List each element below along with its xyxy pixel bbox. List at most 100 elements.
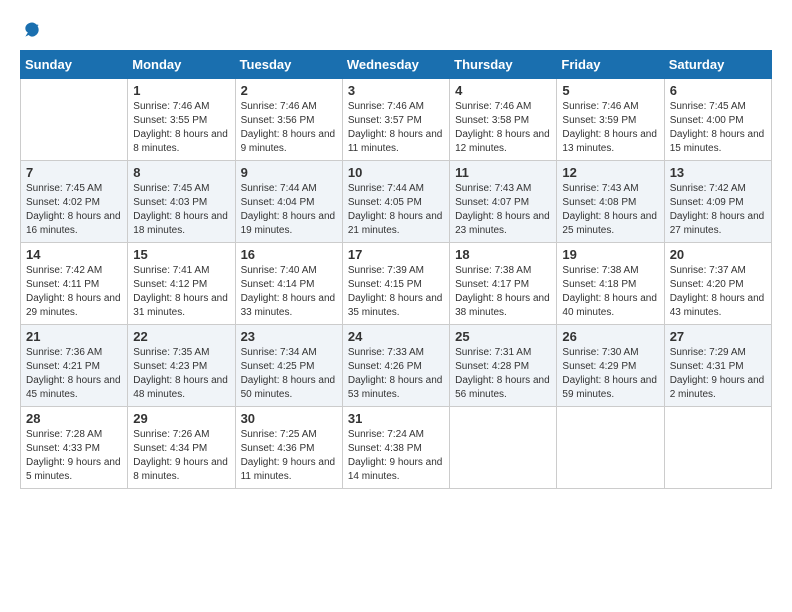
calendar-cell: 1 Sunrise: 7:46 AMSunset: 3:55 PMDaylight… bbox=[128, 79, 235, 161]
day-number: 5 bbox=[562, 83, 658, 98]
day-info: Sunrise: 7:44 AMSunset: 4:04 PMDaylight:… bbox=[241, 182, 337, 238]
day-number: 4 bbox=[455, 83, 551, 98]
calendar-cell: 9 Sunrise: 7:44 AMSunset: 4:04 PMDaylight… bbox=[235, 161, 342, 243]
calendar-cell: 23 Sunrise: 7:34 AMSunset: 4:25 PMDayligh… bbox=[235, 325, 342, 407]
day-info: Sunrise: 7:33 AMSunset: 4:26 PMDaylight:… bbox=[348, 346, 444, 402]
day-info: Sunrise: 7:29 AMSunset: 4:31 PMDaylight:… bbox=[670, 346, 766, 402]
weekday-header: Friday bbox=[557, 51, 664, 79]
calendar-cell: 31 Sunrise: 7:24 AMSunset: 4:38 PMDayligh… bbox=[342, 407, 449, 489]
day-number: 11 bbox=[455, 165, 551, 180]
calendar-cell bbox=[664, 407, 771, 489]
calendar-cell bbox=[21, 79, 128, 161]
day-number: 1 bbox=[133, 83, 229, 98]
calendar-cell: 16 Sunrise: 7:40 AMSunset: 4:14 PMDayligh… bbox=[235, 243, 342, 325]
calendar-cell: 17Sunrise: 7:39 AMSunset: 4:15 PMDayligh… bbox=[342, 243, 449, 325]
day-info: Sunrise: 7:43 AMSunset: 4:07 PMDaylight:… bbox=[455, 182, 551, 238]
day-number: 25 bbox=[455, 329, 551, 344]
calendar-cell: 27 Sunrise: 7:29 AMSunset: 4:31 PMDayligh… bbox=[664, 325, 771, 407]
day-number: 17 bbox=[348, 247, 444, 262]
day-number: 20 bbox=[670, 247, 766, 262]
day-info: Sunrise: 7:43 AMSunset: 4:08 PMDaylight:… bbox=[562, 182, 658, 238]
calendar-cell: 13 Sunrise: 7:42 AMSunset: 4:09 PMDayligh… bbox=[664, 161, 771, 243]
day-number: 3 bbox=[348, 83, 444, 98]
calendar-week-row: 7Sunrise: 7:45 AMSunset: 4:02 PMDaylight… bbox=[21, 161, 772, 243]
day-info: Sunrise: 7:46 AMSunset: 3:55 PMDaylight:… bbox=[133, 100, 229, 156]
weekday-header: Saturday bbox=[664, 51, 771, 79]
day-info: Sunrise: 7:46 AMSunset: 3:56 PMDaylight:… bbox=[241, 100, 337, 156]
day-info: Sunrise: 7:40 AMSunset: 4:14 PMDaylight:… bbox=[241, 264, 337, 320]
day-info: Sunrise: 7:42 AMSunset: 4:09 PMDaylight:… bbox=[670, 182, 766, 238]
day-info: Sunrise: 7:38 AMSunset: 4:17 PMDaylight:… bbox=[455, 264, 551, 320]
logo bbox=[20, 20, 44, 40]
calendar-cell: 8 Sunrise: 7:45 AMSunset: 4:03 PMDaylight… bbox=[128, 161, 235, 243]
calendar-cell bbox=[450, 407, 557, 489]
day-info: Sunrise: 7:37 AMSunset: 4:20 PMDaylight:… bbox=[670, 264, 766, 320]
day-number: 24 bbox=[348, 329, 444, 344]
day-info: Sunrise: 7:46 AMSunset: 3:57 PMDaylight:… bbox=[348, 100, 444, 156]
calendar-cell: 24 Sunrise: 7:33 AMSunset: 4:26 PMDayligh… bbox=[342, 325, 449, 407]
calendar-cell: 4 Sunrise: 7:46 AMSunset: 3:58 PMDaylight… bbox=[450, 79, 557, 161]
weekday-header: Thursday bbox=[450, 51, 557, 79]
day-info: Sunrise: 7:30 AMSunset: 4:29 PMDaylight:… bbox=[562, 346, 658, 402]
calendar-week-row: 28 Sunrise: 7:28 AMSunset: 4:33 PMDayligh… bbox=[21, 407, 772, 489]
calendar-cell: 7Sunrise: 7:45 AMSunset: 4:02 PMDaylight… bbox=[21, 161, 128, 243]
day-number: 9 bbox=[241, 165, 337, 180]
calendar-week-row: 21 Sunrise: 7:36 AMSunset: 4:21 PMDayligh… bbox=[21, 325, 772, 407]
calendar-cell: 10 Sunrise: 7:44 AMSunset: 4:05 PMDayligh… bbox=[342, 161, 449, 243]
day-info: Sunrise: 7:36 AMSunset: 4:21 PMDaylight:… bbox=[26, 346, 122, 402]
weekday-header: Monday bbox=[128, 51, 235, 79]
day-info: Sunrise: 7:45 AMSunset: 4:00 PMDaylight:… bbox=[670, 100, 766, 156]
calendar-cell: 6 Sunrise: 7:45 AMSunset: 4:00 PMDaylight… bbox=[664, 79, 771, 161]
day-number: 14 bbox=[26, 247, 122, 262]
calendar-cell: 25 Sunrise: 7:31 AMSunset: 4:28 PMDayligh… bbox=[450, 325, 557, 407]
calendar-cell bbox=[557, 407, 664, 489]
day-number: 23 bbox=[241, 329, 337, 344]
day-info: Sunrise: 7:42 AMSunset: 4:11 PMDaylight:… bbox=[26, 264, 122, 320]
day-number: 30 bbox=[241, 411, 337, 426]
calendar-cell: 18 Sunrise: 7:38 AMSunset: 4:17 PMDayligh… bbox=[450, 243, 557, 325]
day-number: 22 bbox=[133, 329, 229, 344]
day-info: Sunrise: 7:46 AMSunset: 3:59 PMDaylight:… bbox=[562, 100, 658, 156]
day-info: Sunrise: 7:28 AMSunset: 4:33 PMDaylight:… bbox=[26, 428, 122, 484]
day-number: 18 bbox=[455, 247, 551, 262]
calendar-cell: 20 Sunrise: 7:37 AMSunset: 4:20 PMDayligh… bbox=[664, 243, 771, 325]
calendar-header-row: SundayMondayTuesdayWednesdayThursdayFrid… bbox=[21, 51, 772, 79]
weekday-header: Tuesday bbox=[235, 51, 342, 79]
day-number: 15 bbox=[133, 247, 229, 262]
day-number: 21 bbox=[26, 329, 122, 344]
day-number: 28 bbox=[26, 411, 122, 426]
day-number: 16 bbox=[241, 247, 337, 262]
day-number: 8 bbox=[133, 165, 229, 180]
day-info: Sunrise: 7:31 AMSunset: 4:28 PMDaylight:… bbox=[455, 346, 551, 402]
day-number: 27 bbox=[670, 329, 766, 344]
calendar-table: SundayMondayTuesdayWednesdayThursdayFrid… bbox=[20, 50, 772, 489]
day-number: 7 bbox=[26, 165, 122, 180]
logo-bird-icon bbox=[22, 20, 42, 40]
day-info: Sunrise: 7:44 AMSunset: 4:05 PMDaylight:… bbox=[348, 182, 444, 238]
calendar-cell: 12 Sunrise: 7:43 AMSunset: 4:08 PMDayligh… bbox=[557, 161, 664, 243]
day-number: 6 bbox=[670, 83, 766, 98]
day-number: 13 bbox=[670, 165, 766, 180]
day-info: Sunrise: 7:38 AMSunset: 4:18 PMDaylight:… bbox=[562, 264, 658, 320]
calendar-cell: 26 Sunrise: 7:30 AMSunset: 4:29 PMDayligh… bbox=[557, 325, 664, 407]
day-number: 31 bbox=[348, 411, 444, 426]
day-info: Sunrise: 7:35 AMSunset: 4:23 PMDaylight:… bbox=[133, 346, 229, 402]
calendar-cell: 5 Sunrise: 7:46 AMSunset: 3:59 PMDaylight… bbox=[557, 79, 664, 161]
day-number: 26 bbox=[562, 329, 658, 344]
day-number: 12 bbox=[562, 165, 658, 180]
calendar-week-row: 1 Sunrise: 7:46 AMSunset: 3:55 PMDaylight… bbox=[21, 79, 772, 161]
day-number: 19 bbox=[562, 247, 658, 262]
calendar-cell: 2 Sunrise: 7:46 AMSunset: 3:56 PMDaylight… bbox=[235, 79, 342, 161]
day-number: 10 bbox=[348, 165, 444, 180]
day-info: Sunrise: 7:45 AMSunset: 4:03 PMDaylight:… bbox=[133, 182, 229, 238]
calendar-cell: 28 Sunrise: 7:28 AMSunset: 4:33 PMDayligh… bbox=[21, 407, 128, 489]
day-info: Sunrise: 7:24 AMSunset: 4:38 PMDaylight:… bbox=[348, 428, 444, 484]
day-info: Sunrise: 7:46 AMSunset: 3:58 PMDaylight:… bbox=[455, 100, 551, 156]
day-number: 2 bbox=[241, 83, 337, 98]
weekday-header: Wednesday bbox=[342, 51, 449, 79]
calendar-cell: 15Sunrise: 7:41 AMSunset: 4:12 PMDayligh… bbox=[128, 243, 235, 325]
calendar-cell: 11 Sunrise: 7:43 AMSunset: 4:07 PMDayligh… bbox=[450, 161, 557, 243]
weekday-header: Sunday bbox=[21, 51, 128, 79]
calendar-week-row: 14 Sunrise: 7:42 AMSunset: 4:11 PMDayligh… bbox=[21, 243, 772, 325]
day-info: Sunrise: 7:34 AMSunset: 4:25 PMDaylight:… bbox=[241, 346, 337, 402]
